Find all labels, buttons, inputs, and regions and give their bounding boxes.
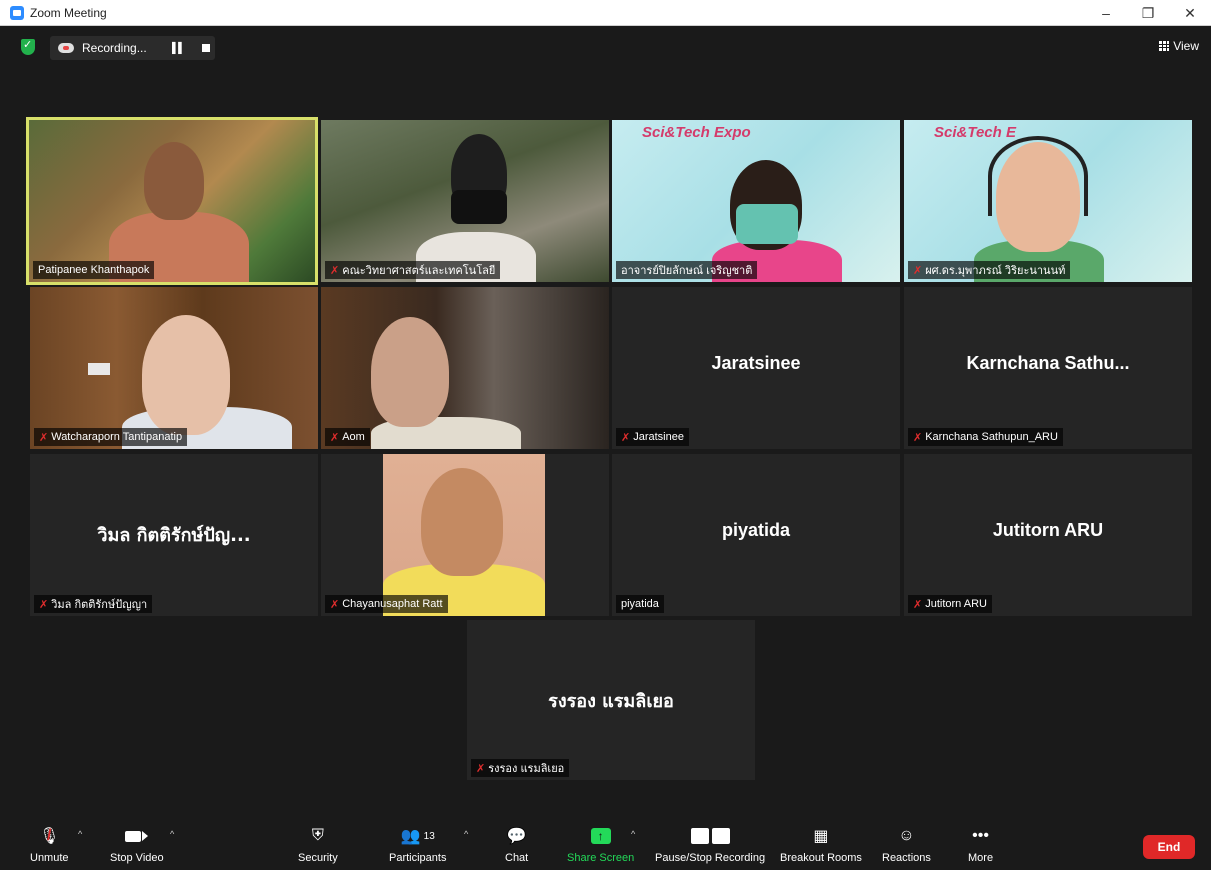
minimize-button[interactable]: –	[1085, 0, 1127, 26]
view-label: View	[1173, 39, 1199, 53]
more-button[interactable]: ••• More	[968, 825, 993, 864]
close-button[interactable]: ✕	[1169, 0, 1211, 26]
video-tile[interactable]: ✗ Chayanusaphat Ratt	[321, 454, 609, 616]
end-meeting-button[interactable]: End	[1143, 835, 1195, 859]
participant-display-name: วิมล กิตติรักษ์ปัญ...	[97, 525, 251, 546]
video-tile[interactable]: ✗ คณะวิทยาศาสตร์และเทคโนโลยี	[321, 120, 609, 282]
video-tile[interactable]: piyatida piyatida	[612, 454, 900, 616]
cloud-recording-icon	[58, 43, 74, 53]
meeting-topbar: Recording... ▌▌ View	[0, 27, 1211, 67]
muted-mic-icon: ✗	[476, 762, 486, 775]
participants-icon: 👥 13	[400, 828, 435, 845]
participants-count: 13	[423, 830, 435, 842]
participant-name-label: ✗ Chayanusaphat Ratt	[325, 595, 448, 613]
video-tile[interactable]: Jutitorn ARU ✗ Jutitorn ARU	[904, 454, 1192, 616]
stop-video-button[interactable]: Stop Video	[110, 825, 164, 864]
participant-display-name: รงรอง แรมลิเยอ	[548, 691, 674, 712]
restore-button[interactable]: ❐	[1127, 0, 1169, 26]
participant-name-label: ✗ วิมล กิตติรักษ์ปัญญา	[34, 595, 153, 613]
pause-stop-icon	[690, 825, 730, 847]
smiley-plus-icon: ☺	[898, 827, 915, 844]
wall-outlet	[88, 363, 110, 375]
muted-mic-icon: ✗	[39, 598, 49, 611]
video-tile[interactable]: วิมล กิตติรักษ์ปัญ... ✗ วิมล กิตติรักษ์ปั…	[30, 454, 318, 616]
security-shield-icon: ⛨	[311, 827, 324, 844]
event-banner: Sci&Tech E	[934, 124, 1016, 141]
pause-recording-icon[interactable]: ▌▌	[172, 43, 185, 54]
reactions-button[interactable]: ☺ Reactions	[882, 825, 931, 864]
participant-name-label: ✗ ผศ.ดร.มุพาภรณ์ วิริยะนานนท์	[908, 261, 1071, 279]
muted-mic-icon: ✗	[621, 431, 631, 444]
encryption-shield-icon[interactable]	[21, 38, 35, 55]
participant-display-name: Jaratsinee	[711, 353, 801, 373]
muted-mic-icon: ✗	[330, 264, 340, 277]
audio-options-chevron-icon[interactable]: ^	[78, 829, 82, 839]
participant-face	[421, 468, 503, 576]
headset	[988, 136, 1088, 216]
muted-mic-icon: ✗	[913, 431, 923, 444]
participant-name-label: ✗ Jaratsinee	[616, 428, 689, 446]
muted-microphone-icon: 🎙 /	[39, 827, 60, 845]
pause-stop-recording-button[interactable]: Pause/Stop Recording	[655, 825, 765, 864]
muted-mic-icon: ✗	[39, 431, 49, 444]
participant-name-label: Patipanee Khanthapok	[33, 261, 155, 279]
participants-options-chevron-icon[interactable]: ^	[464, 829, 468, 839]
event-banner: Sci&Tech Expo	[642, 124, 751, 141]
video-tile[interactable]: ✗ Aom	[321, 287, 609, 449]
participant-display-name: piyatida	[721, 520, 791, 540]
share-screen-button[interactable]: ↑ Share Screen	[567, 825, 634, 864]
video-options-chevron-icon[interactable]: ^	[170, 829, 174, 839]
participant-video	[383, 454, 545, 616]
breakout-rooms-button[interactable]: ▦ Breakout Rooms	[780, 825, 862, 864]
participant-name-label: อาจารย์ปิยลักษณ์ เจริญชาติ	[616, 261, 758, 279]
grid-view-icon	[1159, 41, 1170, 51]
security-button[interactable]: ⛨ Security	[298, 825, 338, 864]
video-tile[interactable]: Jaratsinee ✗ Jaratsinee	[612, 287, 900, 449]
ellipsis-icon: •••	[972, 827, 989, 844]
participant-name-label: ✗ รงรอง แรมลิเยอ	[471, 759, 570, 777]
video-tile[interactable]: Patipanee Khanthapok	[26, 117, 318, 285]
participant-name-label: ✗ Aom	[325, 428, 370, 446]
breakout-rooms-icon: ▦	[813, 828, 829, 845]
share-screen-icon: ↑	[590, 825, 611, 847]
window-controls: – ❐ ✕	[1085, 0, 1211, 26]
muted-mic-icon: ✗	[913, 598, 923, 611]
zoom-app-icon	[10, 5, 24, 20]
muted-mic-icon: ✗	[330, 431, 340, 444]
meeting-toolbar: 🎙 / Unmute ^ Stop Video ^ ⛨ Security 👥 13 …	[0, 817, 1211, 870]
participant-display-name: Jutitorn ARU	[992, 520, 1104, 540]
chat-bubble-icon: 💬	[506, 828, 527, 845]
participant-name-label: ✗ Karnchana Sathupun_ARU	[908, 428, 1063, 446]
video-tile[interactable]: Sci&Tech E ✗ ผศ.ดร.มุพาภรณ์ วิริยะนานนท์	[904, 120, 1192, 282]
participant-name-label: ✗ Watcharaporn Tantipanatip	[34, 428, 188, 446]
participant-face	[144, 142, 204, 220]
video-tile[interactable]: Sci&Tech Expo อาจารย์ปิยลักษณ์ เจริญชาติ	[612, 120, 900, 282]
share-options-chevron-icon[interactable]: ^	[631, 829, 635, 839]
participants-button[interactable]: 👥 13 Participants	[389, 825, 446, 864]
stop-recording-icon[interactable]	[202, 44, 211, 52]
video-camera-icon	[125, 825, 149, 847]
participant-name-label: piyatida	[616, 595, 664, 613]
video-tile[interactable]: รงรอง แรมลิเยอ ✗ รงรอง แรมลิเยอ	[467, 620, 755, 780]
face-mask	[736, 204, 798, 244]
participant-name-label: ✗ คณะวิทยาศาสตร์และเทคโนโลยี	[325, 261, 501, 279]
recording-label: Recording...	[82, 41, 147, 55]
recording-indicator: Recording... ▌▌	[50, 36, 215, 60]
muted-mic-icon: ✗	[330, 598, 340, 611]
window-title: Zoom Meeting	[30, 5, 107, 20]
window-titlebar: Zoom Meeting – ❐ ✕	[0, 0, 1211, 26]
unmute-button[interactable]: 🎙 / Unmute	[30, 825, 69, 864]
view-button[interactable]: View	[1159, 39, 1199, 53]
participant-face	[142, 315, 230, 435]
video-tile[interactable]: ✗ Watcharaporn Tantipanatip	[30, 287, 318, 449]
face-mask	[451, 190, 507, 224]
muted-mic-icon: ✗	[913, 264, 923, 277]
participant-face	[371, 317, 449, 427]
participant-name-label: ✗ Jutitorn ARU	[908, 595, 992, 613]
participant-display-name: Karnchana Sathu...	[966, 353, 1130, 373]
video-tile[interactable]: Karnchana Sathu... ✗ Karnchana Sathupun_A…	[904, 287, 1192, 449]
chat-button[interactable]: 💬 Chat	[505, 825, 528, 864]
